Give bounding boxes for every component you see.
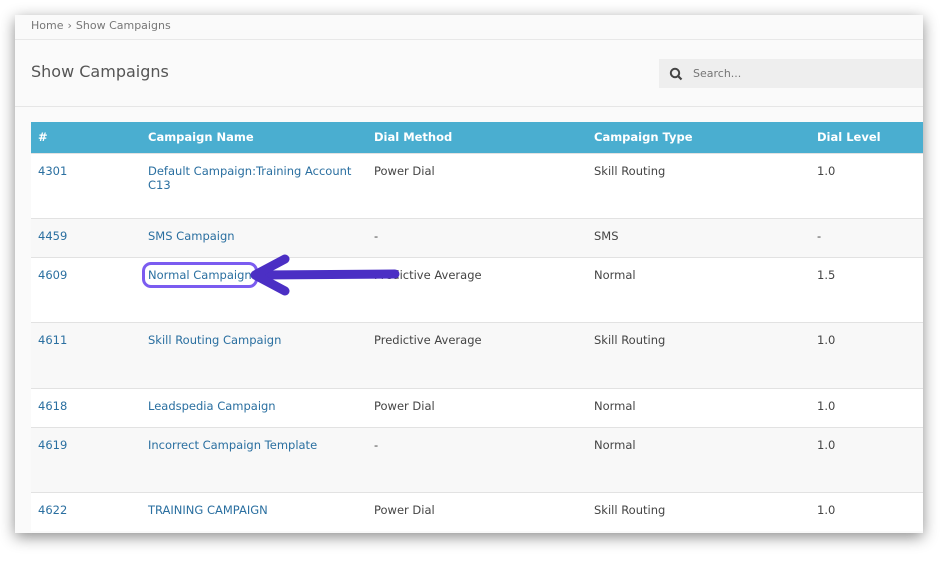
cell-id: 4618 (31, 387, 141, 427)
cell-type: Normal (587, 387, 810, 427)
cell-method: Power Dial (367, 152, 587, 218)
cell-method: Power Dial (367, 387, 587, 427)
cell-type: SMS (587, 217, 810, 257)
cell-method: - (367, 426, 587, 492)
cell-id: 4459 (31, 217, 141, 257)
cell-type-text: Skill Routing (594, 163, 666, 178)
cell-name: Leadspedia Campaign (141, 387, 367, 427)
page-title: Show Campaigns (31, 62, 169, 81)
search-box[interactable] (659, 59, 923, 88)
breadcrumb-current: Show Campaigns (75, 19, 171, 32)
campaign-name-link[interactable]: Normal Campaign (142, 261, 258, 288)
breadcrumb-separator: › (67, 19, 72, 32)
campaign-name-link[interactable]: Skill Routing Campaign (148, 333, 281, 347)
cell-type-text: SMS (594, 228, 619, 243)
table-header-row: # Campaign Name Dial Method Campaign Type Di… (31, 122, 923, 153)
column-header-name[interactable]: Campaign Name (141, 122, 367, 153)
cell-level-text: 1.0 (817, 163, 836, 178)
cell-type: Skill Routing (587, 491, 810, 531)
cell-level: 1.0 (810, 491, 923, 531)
cell-level-text: 1.0 (817, 502, 836, 517)
cell-method: Predictive Average (367, 321, 587, 388)
cell-name: TRAINING CAMPAIGN (141, 491, 367, 531)
cell-method-text: Power Dial (374, 163, 435, 178)
cell-level: 1.0 (810, 152, 923, 218)
column-header-method[interactable]: Dial Method (367, 122, 587, 153)
campaign-id-link[interactable]: 4618 (38, 399, 67, 413)
cell-type-text: Normal (594, 437, 636, 452)
cell-type: Normal (587, 256, 810, 322)
cell-id: 4609 (31, 256, 141, 322)
cell-type: Skill Routing (587, 152, 810, 218)
search-icon (669, 67, 683, 80)
campaign-id-link[interactable]: 4611 (38, 333, 67, 347)
cell-id: 4622 (31, 491, 141, 531)
campaign-name-link[interactable]: Incorrect Campaign Template (148, 438, 317, 452)
campaign-id-link[interactable]: 4459 (38, 229, 67, 243)
cell-id: 4611 (31, 321, 141, 388)
cell-level: 1.0 (810, 387, 923, 427)
cell-type-text: Skill Routing (594, 502, 666, 517)
table-row: 4459 SMS Campaign - SMS - (31, 217, 923, 257)
app-window: Home›Show Campaigns Show Campaigns #Camp… (15, 15, 923, 533)
campaign-id-link[interactable]: 4619 (38, 438, 67, 452)
cell-method-text: Predictive Average (374, 332, 482, 347)
table-row: 4301 Default Campaign:Training Account C1… (31, 152, 923, 218)
cell-level-text: - (817, 228, 822, 243)
cell-method-text: Power Dial (374, 398, 435, 413)
cell-level-text: 1.0 (817, 398, 836, 413)
cell-level-text: 1.0 (817, 332, 836, 347)
cell-id: 4619 (31, 426, 141, 492)
table-row: 4609 Normal Campaign Predictive Average Nor… (31, 256, 923, 322)
search-input[interactable] (691, 66, 895, 81)
campaign-id-link[interactable]: 4609 (38, 268, 67, 282)
cell-type: Skill Routing (587, 321, 810, 388)
breadcrumb: Home › Show Campaigns (15, 15, 923, 40)
campaign-id-link[interactable]: 4301 (38, 164, 67, 178)
cell-level: 1.0 (810, 321, 923, 388)
cell-method-text: Power Dial (374, 502, 435, 517)
campaign-name-link[interactable]: TRAINING CAMPAIGN (148, 503, 268, 517)
cell-level: 1.0 (810, 426, 923, 492)
cell-method: Power Dial (367, 491, 587, 531)
column-header-id[interactable]: # (31, 122, 141, 153)
table-row: 4618 Leadspedia Campaign Power Dial Normal 1… (31, 387, 923, 427)
breadcrumb-home[interactable]: Home (31, 19, 63, 32)
cell-type-text: Normal (594, 398, 636, 413)
cell-name: Default Campaign:Training Account C13 (141, 152, 367, 218)
cell-method-text: - (374, 228, 379, 243)
campaign-name-link[interactable]: Default Campaign:Training Account C13 (148, 164, 351, 192)
cell-level: 1.5 (810, 256, 923, 322)
campaign-name-link[interactable]: SMS Campaign (148, 229, 235, 243)
cell-level: - (810, 217, 923, 257)
cell-type-text: Skill Routing (594, 332, 666, 347)
cell-type-text: Normal (594, 267, 636, 282)
table-row: 4619 Incorrect Campaign Template - Normal 1.… (31, 426, 923, 492)
column-header-type[interactable]: Campaign Type (587, 122, 810, 153)
cell-id: 4301 (31, 152, 141, 218)
campaign-id-link[interactable]: 4622 (38, 503, 67, 517)
cell-method-text: - (374, 437, 379, 452)
table-row: 4611 Skill Routing Campaign Predictive Ave… (31, 321, 923, 388)
campaign-name-link[interactable]: Leadspedia Campaign (148, 399, 276, 413)
campaigns-table: # Campaign Name Dial Method Campaign Type Di… (31, 122, 923, 531)
cell-name: Incorrect Campaign Template (141, 426, 367, 492)
column-header-level[interactable]: Dial Level (810, 122, 923, 153)
table-row: 4622 TRAINING CAMPAIGN Power Dial Skill Rou… (31, 491, 923, 531)
cell-name: Skill Routing Campaign (141, 321, 367, 388)
page-header: Show Campaigns (15, 40, 923, 107)
cell-type: Normal (587, 426, 810, 492)
cell-level-text: 1.5 (817, 267, 836, 282)
cell-level-text: 1.0 (817, 437, 836, 452)
annotation-arrow (250, 254, 400, 296)
